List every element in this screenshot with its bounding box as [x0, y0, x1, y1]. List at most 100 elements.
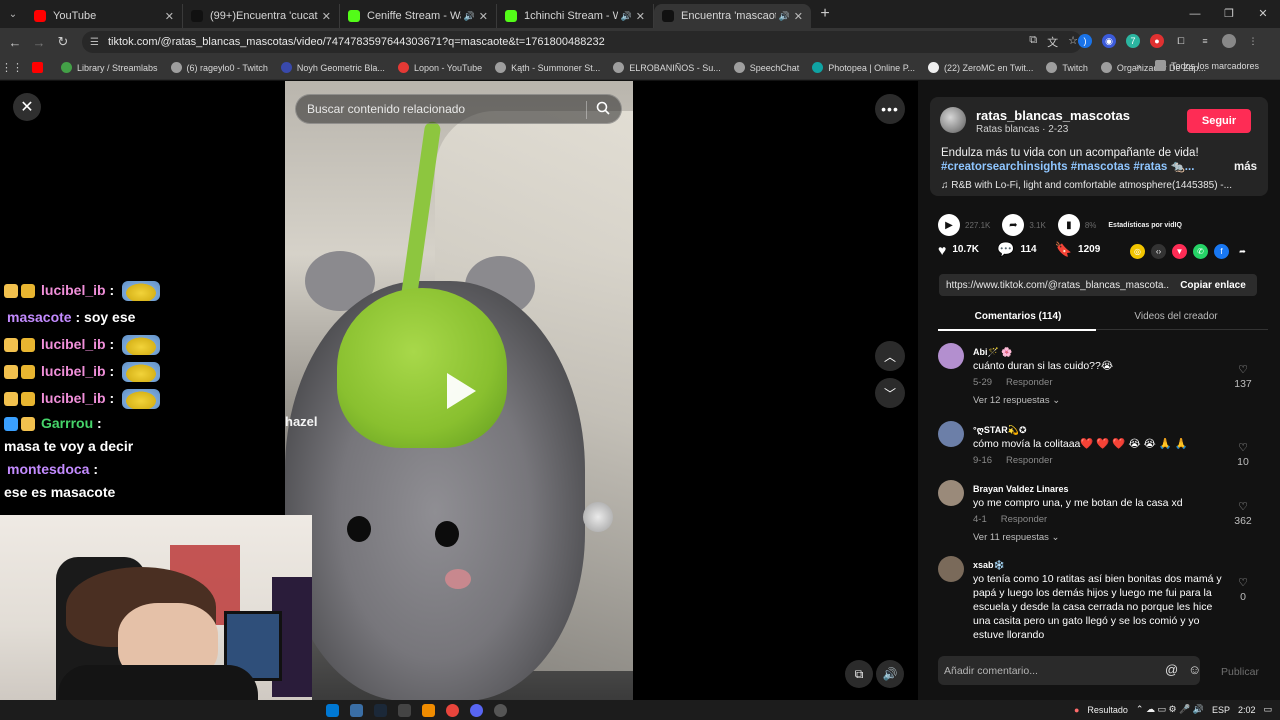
clock[interactable]: 2:02: [1238, 705, 1256, 715]
tab-audio-icon[interactable]: 🔊: [464, 11, 475, 22]
bookmark-item[interactable]: (6) rageylo0 - Twitch: [170, 62, 268, 73]
forward-share-icon[interactable]: ➦: [1235, 244, 1250, 259]
reload-icon[interactable]: ↻: [51, 34, 75, 50]
more-button[interactable]: más: [1234, 160, 1257, 174]
taskbar-app-icon[interactable]: [494, 704, 507, 717]
bookmark-item[interactable]: Twitch: [1046, 62, 1088, 73]
bookmark-item[interactable]: (22) ZeroMC en Twit...: [928, 62, 1033, 73]
profile-avatar[interactable]: [1222, 34, 1236, 48]
extension-icon[interactable]: ): [1078, 34, 1092, 48]
minimize-icon[interactable]: —: [1178, 0, 1212, 28]
bookmark-star-icon[interactable]: ☆: [1068, 34, 1078, 50]
bookmark-youtube-icon[interactable]: [32, 62, 48, 73]
close-tab-icon[interactable]: ✕: [322, 10, 331, 23]
bookmark-item[interactable]: SpeechChat: [733, 62, 799, 73]
tray-icons[interactable]: ⌃ ☁ ▭ ⚙ 🎤 🔊: [1136, 704, 1204, 715]
follow-button[interactable]: Seguir: [1187, 109, 1251, 133]
install-icon[interactable]: ⧉: [1029, 34, 1037, 50]
steam-icon[interactable]: [374, 704, 387, 717]
restore-icon[interactable]: ❐: [1212, 0, 1246, 28]
view-replies-button[interactable]: Ver 11 respuestas ⌄: [973, 532, 1059, 543]
emoji-icon[interactable]: ☺: [1188, 662, 1201, 677]
bookmark-item[interactable]: ELROBANIÑOS - Su...: [613, 62, 721, 73]
commenter-name[interactable]: xsab❄️: [973, 560, 1005, 571]
comment-like[interactable]: ♡ 10: [1228, 441, 1258, 468]
commenter-avatar[interactable]: [938, 343, 964, 369]
more-bookmarks-icon[interactable]: »: [1136, 61, 1141, 71]
commenter-avatar[interactable]: [938, 480, 964, 506]
extension-icon[interactable]: ◉: [1102, 34, 1116, 48]
close-video-button[interactable]: ✕: [13, 93, 41, 121]
browser-tab[interactable]: Encuentra 'mascaote' en Tik🔊 ✕: [654, 4, 811, 28]
taskbar-app-icon[interactable]: [422, 704, 435, 717]
vidiq-stats-label[interactable]: Estadísticas por vidIQ: [1108, 222, 1182, 229]
author-name[interactable]: ratas_blancas_mascotas: [976, 108, 1130, 123]
extension-icon[interactable]: ●: [1150, 34, 1164, 48]
heart-outline-icon[interactable]: ♡: [1228, 363, 1258, 376]
whatsapp-icon[interactable]: ✆: [1193, 244, 1208, 259]
chrome-icon[interactable]: [446, 704, 459, 717]
heart-outline-icon[interactable]: ♡: [1228, 500, 1258, 513]
comment-icon[interactable]: 💬: [997, 241, 1014, 258]
music-link[interactable]: ♫ R&B with Lo-Fi, light and comfortable …: [941, 180, 1232, 191]
coin-icon[interactable]: ◎: [1130, 244, 1145, 259]
copy-link-button[interactable]: Copiar enlace: [1169, 274, 1257, 296]
related-search-input[interactable]: Buscar contenido relacionado: [295, 94, 622, 124]
bookmark-icon[interactable]: 🔖: [1055, 241, 1072, 258]
heart-outline-icon[interactable]: ♡: [1228, 441, 1258, 454]
post-comment-button[interactable]: Publicar: [1221, 666, 1259, 678]
close-tab-icon[interactable]: ✕: [479, 10, 488, 23]
language-indicator[interactable]: ESP: [1212, 705, 1230, 715]
heart-outline-icon[interactable]: ♡: [1228, 576, 1258, 589]
reply-button[interactable]: Responder: [1001, 514, 1047, 525]
reply-button[interactable]: Responder: [1006, 377, 1052, 388]
new-tab-button[interactable]: +: [811, 5, 839, 23]
close-tab-icon[interactable]: ✕: [636, 10, 645, 23]
video-player[interactable]: Buscar contenido relacionado hazel: [285, 81, 633, 700]
close-window-icon[interactable]: ✕: [1246, 0, 1280, 28]
back-icon[interactable]: ←: [3, 35, 27, 50]
commenter-avatar[interactable]: [938, 421, 964, 447]
forward-icon[interactable]: →: [27, 35, 51, 50]
comment-like[interactable]: ♡ 137: [1228, 363, 1258, 390]
commenter-name[interactable]: Brayan Valdez Linares: [973, 484, 1069, 494]
commenter-name[interactable]: Abi🪄 🌸: [973, 347, 1012, 358]
weather-label[interactable]: Resultado: [1087, 705, 1128, 715]
tab-audio-icon[interactable]: 🔊: [779, 11, 790, 22]
heart-icon[interactable]: ♥: [938, 242, 946, 258]
start-icon[interactable]: [326, 704, 339, 717]
facebook-icon[interactable]: f: [1214, 244, 1229, 259]
all-bookmarks-folder[interactable]: Todos los marcadores: [1154, 60, 1259, 71]
tab-audio-icon[interactable]: 🔊: [621, 11, 632, 22]
tab-list-icon[interactable]: ≡: [1198, 34, 1212, 48]
browser-tab[interactable]: YouTube ✕: [26, 4, 183, 28]
comment-input[interactable]: Añadir comentario... @ ☺: [938, 656, 1201, 685]
reply-button[interactable]: Responder: [1006, 455, 1052, 466]
embed-icon[interactable]: ‹›: [1151, 244, 1166, 259]
address-bar[interactable]: ☰ tiktok.com/@ratas_blancas_mascotas/vid…: [82, 31, 1082, 53]
volume-icon[interactable]: 🔊: [876, 660, 904, 688]
extension-icon[interactable]: 7: [1126, 34, 1140, 48]
mention-icon[interactable]: @: [1165, 662, 1178, 677]
author-avatar[interactable]: [940, 107, 966, 133]
more-options-icon[interactable]: •••: [875, 94, 905, 124]
bookmark-item[interactable]: Kąth - Summoner St...: [495, 62, 600, 73]
send-icon[interactable]: ▼: [1172, 244, 1187, 259]
previous-video-icon[interactable]: ︿: [875, 341, 905, 371]
discord-icon[interactable]: [470, 704, 483, 717]
tab-creator-videos[interactable]: Videos del creador: [1096, 311, 1256, 322]
translate-icon[interactable]: 文: [1047, 34, 1058, 50]
hashtags[interactable]: #creatorsearchinsights #mascotas #ratas …: [941, 160, 1261, 174]
browser-tab[interactable]: 1chinchi Stream - Watch Live🔊 ✕: [497, 4, 654, 28]
comment-like[interactable]: ♡ 362: [1228, 500, 1258, 527]
browser-tab[interactable]: Ceniffe Stream - Watch Live🔊 ✕: [340, 4, 497, 28]
puzzle-icon[interactable]: ⧠: [1174, 34, 1188, 48]
commenter-avatar[interactable]: [938, 556, 964, 582]
weather-icon[interactable]: ●: [1074, 705, 1079, 715]
apps-icon[interactable]: ⋮⋮: [0, 61, 24, 74]
share-link-text[interactable]: https://www.tiktok.com/@ratas_blancas_ma…: [939, 280, 1169, 291]
menu-icon[interactable]: ⋮: [1246, 34, 1260, 48]
site-info-icon[interactable]: ☰: [90, 37, 99, 48]
bookmark-item[interactable]: Lopon - YouTube: [397, 62, 482, 73]
play-icon[interactable]: [444, 371, 478, 411]
